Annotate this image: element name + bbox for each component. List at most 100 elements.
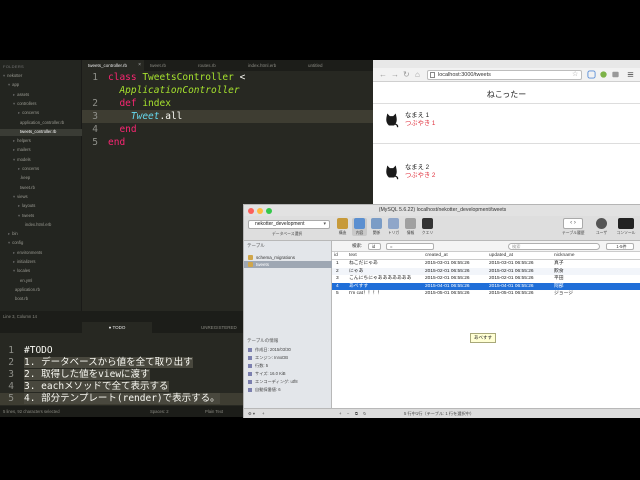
tab-todo[interactable]: ● TODO <box>82 322 152 333</box>
table-cell[interactable]: 2015-05-01 06:55:26 <box>489 290 534 298</box>
sidebar-item[interactable]: ▾ tweets <box>18 213 34 218</box>
table-cell[interactable]: ねこだにゃあ <box>349 260 378 268</box>
table-cell[interactable]: 2015-05-01 06:55:26 <box>425 290 470 298</box>
table-cell[interactable]: I'm cat！！！！ <box>349 290 382 298</box>
close-icon[interactable]: × <box>138 60 141 71</box>
column-header-nickname[interactable]: nickname <box>554 252 575 260</box>
sidebar-item[interactable]: ▸ concerns <box>18 166 39 171</box>
table-cell[interactable]: 2015-02-01 06:55:26 <box>489 275 534 283</box>
column-header-text[interactable]: text <box>349 252 357 260</box>
table-cell[interactable]: 1 <box>336 260 339 268</box>
sidebar-item[interactable]: ▸ assets <box>13 92 29 97</box>
sidebar-item[interactable]: ▸ mailers <box>13 147 31 152</box>
sidebar-item[interactable]: .keep <box>18 175 30 180</box>
sidebar-item[interactable]: ▾ models <box>13 157 31 162</box>
table-cell[interactable]: 飲食 <box>554 268 564 276</box>
table-item-schema-migrations[interactable]: schema_migrations <box>244 254 332 261</box>
filter-operator-select[interactable]: = <box>386 243 434 250</box>
structure-button[interactable]: 構造 <box>335 218 350 236</box>
console-button[interactable]: コンソール <box>616 218 636 236</box>
back-icon[interactable]: ← <box>379 70 387 80</box>
relations-button[interactable]: 関係 <box>369 218 384 236</box>
sidebar-item[interactable]: tweet.rb <box>18 185 35 190</box>
table-cell[interactable]: こんにちにゃあああああああ <box>349 275 411 283</box>
database-select[interactable]: nekotter_development ▾ <box>248 220 330 229</box>
table-cell[interactable]: ジョージ <box>554 290 573 298</box>
sidebar-item[interactable]: ▾ views <box>13 194 28 199</box>
sidebar-item[interactable]: application_controller.rb <box>18 120 64 125</box>
sidebar-item[interactable]: en.yml <box>18 278 32 283</box>
table-cell[interactable]: 2015-03-01 06:55:26 <box>489 260 534 268</box>
url-text: localhost:3000/tweets <box>438 72 491 78</box>
sidebar-item[interactable]: ▾ controllers <box>13 101 36 106</box>
table-cell[interactable]: 2015-02-01 06:55:26 <box>489 268 534 276</box>
table-item-tweets[interactable]: tweets <box>244 261 332 268</box>
sidebar-item[interactable]: ▸ initializers <box>13 259 36 264</box>
table-row[interactable]: 2 にゃあ 2015-02-01 06:55:26 2015-02-01 06:55:… <box>332 267 640 276</box>
pocket-icon[interactable] <box>611 70 620 79</box>
table-row[interactable]: 5 I'm cat！！！！ 2015-05-01 06:55:26 2015-05-0… <box>332 290 640 298</box>
table-cell[interactable]: 2 <box>336 268 339 276</box>
filter-search-input[interactable]: 検索 <box>508 243 600 250</box>
evernote-icon[interactable] <box>599 70 608 79</box>
table-cell[interactable]: 2015-04-01 06:55:26 <box>425 283 470 291</box>
triggers-button[interactable]: トリガ <box>386 218 401 236</box>
tab-tweet-rb[interactable]: tweet.rb <box>144 60 192 71</box>
table-cell[interactable]: 2015-02-01 06:55:26 <box>425 275 470 283</box>
sidebar-item[interactable]: tweets_controller.rb <box>18 129 56 134</box>
home-icon[interactable]: ⌂ <box>415 70 420 80</box>
sidebar-item[interactable]: ▾ config <box>8 240 23 245</box>
tab-untitled[interactable]: untitled <box>302 60 352 71</box>
table-cell[interactable]: 真子 <box>554 260 564 268</box>
column-header-updated[interactable]: updated_at <box>489 252 513 260</box>
table-cell[interactable]: 2015-02-01 06:55:26 <box>425 268 470 276</box>
sidebar-item[interactable]: ▸ concerns <box>18 110 39 115</box>
filter-field-select[interactable]: id <box>368 243 381 250</box>
table-row[interactable]: 3 こんにちにゃあああああああ 2015-02-01 06:55:26 2015-02… <box>332 275 640 283</box>
users-button[interactable]: ユーザ <box>594 218 609 236</box>
sidebar-item[interactable]: ▾ locales <box>13 268 30 273</box>
table-cell[interactable]: 5 <box>336 290 339 298</box>
address-bar[interactable]: localhost:3000/tweets <box>427 70 582 80</box>
sidebar-item[interactable]: application.rb <box>13 287 40 292</box>
sidebar-item[interactable]: index.html.erb <box>23 222 51 227</box>
table-cell[interactable]: あべすす <box>349 283 368 291</box>
sidebar-item[interactable]: ▾ nekotter <box>3 73 22 78</box>
tab-routes-rb[interactable]: routes.rb <box>192 60 242 71</box>
zoom-window-button[interactable] <box>266 208 272 214</box>
bookmark-star-icon[interactable]: ☆ <box>572 70 578 80</box>
table-row[interactable]: 1 ねこだにゃあ 2015-03-01 06:55:26 2015-03-01 06:… <box>332 260 640 268</box>
content-button[interactable]: 内容 <box>352 218 367 236</box>
reload-icon[interactable]: ↻ <box>403 70 410 80</box>
table-cell[interactable]: 4 <box>336 283 339 291</box>
table-cell[interactable]: にゃあ <box>349 268 363 276</box>
minimize-window-button[interactable] <box>257 208 263 214</box>
sidebar-item[interactable]: ▸ helpers <box>13 138 31 143</box>
tab-tweets-controller[interactable]: tweets_controller.rb × <box>82 60 144 71</box>
table-cell[interactable]: 阿部 <box>554 283 564 291</box>
sidebar-item[interactable]: ▸ environments <box>13 250 42 255</box>
history-nav-button[interactable]: ‹ › テーブル履歴 <box>562 218 585 236</box>
sidebar-item[interactable]: ▾ app <box>8 82 19 87</box>
filter-count-button[interactable]: 1-5件 <box>606 243 634 250</box>
query-button[interactable]: クエリ <box>420 218 435 236</box>
column-header-id[interactable]: id <box>334 252 338 260</box>
syntax-status[interactable]: Plain Text <box>205 406 223 417</box>
forward-icon[interactable]: → <box>391 70 399 80</box>
info-button[interactable]: 情報 <box>403 218 418 236</box>
table-row[interactable]: 4 あべすす 2015-04-01 06:55:26 2015-04-01 06:55… <box>332 282 640 291</box>
tables-sidebar: テーブル schema_migrations tweets テーブルの情報 作成… <box>244 241 332 408</box>
table-cell[interactable]: 平田 <box>554 275 564 283</box>
sidebar-item[interactable]: ▸ layouts <box>18 203 35 208</box>
menu-icon[interactable] <box>626 70 635 79</box>
column-header-created[interactable]: created_at <box>425 252 448 260</box>
table-cell[interactable]: 2015-04-01 06:55:26 <box>489 283 534 291</box>
sidebar-item[interactable]: boot.rb <box>13 296 28 301</box>
close-window-button[interactable] <box>248 208 254 214</box>
tab-index-erb[interactable]: index.html.erb <box>242 60 302 71</box>
indent-status[interactable]: Spaces: 2 <box>150 406 169 417</box>
sidebar-item[interactable]: ▸ bin <box>8 231 18 236</box>
table-cell[interactable]: 3 <box>336 275 339 283</box>
table-cell[interactable]: 2015-03-01 06:55:26 <box>425 260 470 268</box>
extension-icon[interactable] <box>587 70 596 79</box>
